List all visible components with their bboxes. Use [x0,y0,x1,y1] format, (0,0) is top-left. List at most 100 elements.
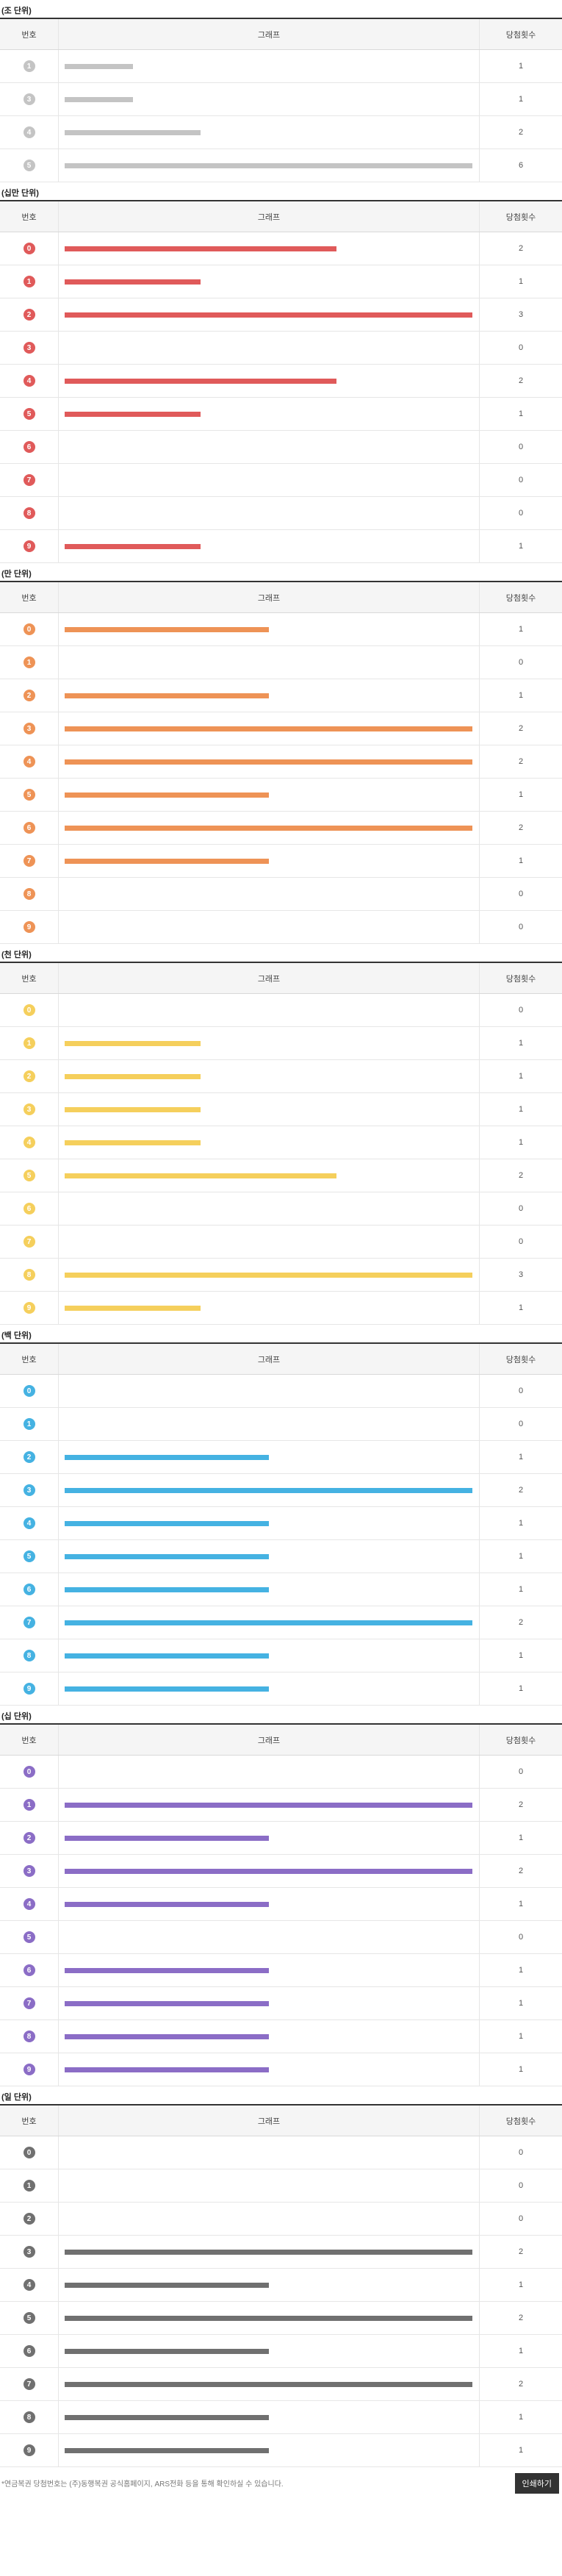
table-header-row: 번호 그래프 당첨횟수 [0,19,562,50]
count-value: 2 [518,1867,524,1875]
number-cell: 8 [0,1259,59,1291]
count-value: 1 [518,1039,524,1048]
table-row: 02 [0,232,562,265]
number-cell: 0 [0,2136,59,2169]
header-number: 번호 [0,963,59,993]
frequency-bar [65,1106,201,1112]
frequency-bar [65,1487,472,1493]
frequency-bar [65,858,269,864]
count-value: 1 [518,1585,524,1594]
count-value: 1 [518,1138,524,1147]
number-cell: 3 [0,83,59,115]
graph-cell [59,497,480,529]
number-cell: 4 [0,365,59,397]
graph-cell [59,878,480,910]
section-title: (조 단위) [1,7,32,15]
graph-cell [59,679,480,712]
number-cell: 2 [0,1441,59,1473]
count-value: 2 [518,1171,524,1180]
number-cell: 7 [0,2368,59,2400]
count-value: 3 [518,1270,524,1279]
count-value: 1 [518,1552,524,1561]
graph-cell [59,1540,480,1573]
count-value: 1 [518,2280,524,2289]
graph-cell [59,994,480,1026]
number-ball: 1 [23,60,35,72]
number-cell: 9 [0,1292,59,1324]
count-value: 0 [518,1933,524,1942]
number-ball: 9 [23,2444,35,2456]
frequency-bar [65,411,201,417]
header-graph: 그래프 [59,1344,480,1374]
frequency-table: 번호 그래프 당첨횟수 0 1 1 0 2 1 3 2 4 2 5 1 6 2 7 1 8 0 9 0 [0,581,562,944]
number-ball: 5 [23,789,35,801]
table-row: 32 [0,2236,562,2269]
number-ball: 8 [23,1650,35,1661]
section-title: (십 단위) [1,1712,32,1721]
graph-cell [59,1126,480,1159]
number-ball: 8 [23,888,35,900]
number-ball: 3 [23,723,35,734]
frequency-bar [65,2000,269,2006]
table-row: 32 [0,1855,562,1888]
number-cell: 5 [0,1540,59,1573]
graph-cell [59,83,480,115]
table-row: 10 [0,1408,562,1441]
number-cell: 6 [0,1954,59,1986]
graph-cell [59,431,480,463]
graph-cell [59,1060,480,1092]
section-title: (만 단위) [1,570,32,579]
frequency-table: 번호 그래프 당첨횟수 0 2 1 1 2 3 3 0 4 2 5 1 6 0 7 0 8 0 9 1 [0,200,562,563]
frequency-bar [65,1835,269,1841]
number-cell: 3 [0,1474,59,1506]
number-cell: 8 [0,497,59,529]
graph-cell [59,1789,480,1821]
table-row: 21 [0,679,562,712]
section-title: (천 단위) [1,951,32,959]
header-number: 번호 [0,582,59,612]
header-number: 번호 [0,2105,59,2136]
number-ball: 7 [23,2378,35,2390]
count-value: 0 [518,1420,524,1428]
graph-cell [59,646,480,679]
number-ball: 6 [23,822,35,834]
number-cell: 1 [0,1408,59,1440]
number-cell: 0 [0,1375,59,1407]
count-value: 2 [518,1618,524,1627]
number-ball: 6 [23,1964,35,1976]
count-value: 2 [518,1486,524,1495]
number-ball: 4 [23,1137,35,1148]
number-cell: 2 [0,298,59,331]
table-row: 41 [0,1888,562,1921]
table-row: 62 [0,812,562,845]
table-row: 51 [0,1540,562,1573]
frequency-bar [65,2067,269,2072]
number-ball: 7 [23,1617,35,1628]
print-button[interactable]: 인쇄하기 [514,2473,559,2494]
number-ball: 2 [23,2213,35,2225]
graph-cell [59,1259,480,1291]
number-ball: 5 [23,1550,35,1562]
graph-cell [59,1672,480,1705]
number-ball: 2 [23,1070,35,1082]
count-value: 0 [518,2214,524,2223]
number-ball: 9 [23,1683,35,1695]
frequency-bar [65,1901,269,1907]
frequency-bar [65,2282,269,2288]
number-ball: 4 [23,1898,35,1910]
table-row: 32 [0,1474,562,1507]
count-value: 1 [518,691,524,700]
frequency-bar [65,626,269,632]
number-ball: 4 [23,1517,35,1529]
graph-cell [59,365,480,397]
header-count: 당첨횟수 [505,1355,536,1364]
graph-cell [59,2368,480,2400]
number-cell: 8 [0,2401,59,2433]
number-ball: 5 [23,1931,35,1943]
graph-cell [59,1093,480,1126]
frequency-bar [65,792,269,798]
graph-cell [59,332,480,364]
number-cell: 9 [0,1672,59,1705]
graph-cell [59,2401,480,2433]
number-cell: 9 [0,530,59,562]
